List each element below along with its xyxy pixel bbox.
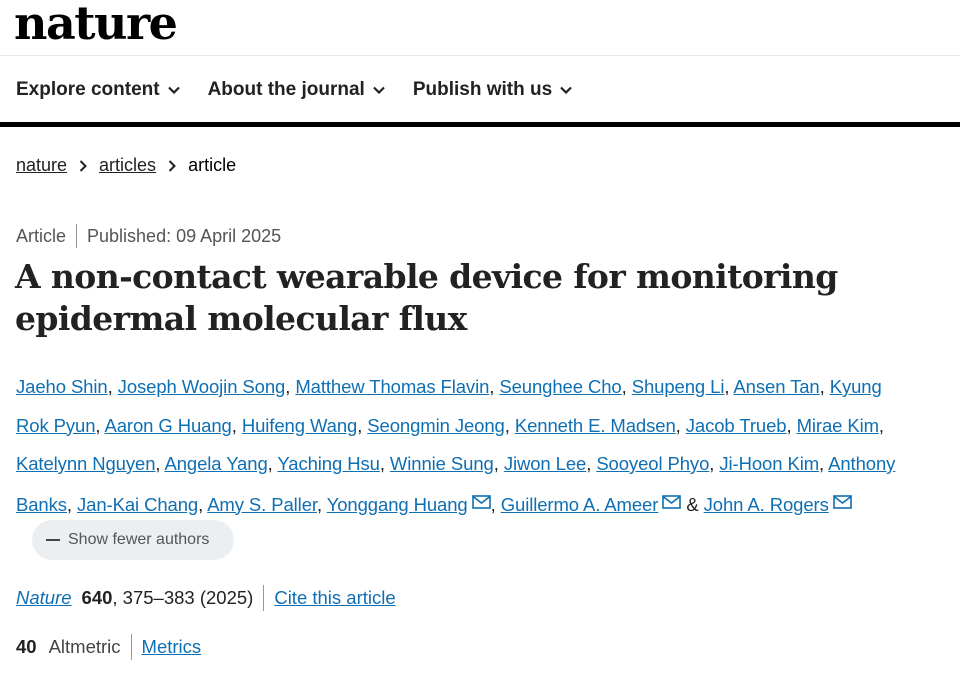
title-line-1: A non-contact wearable device for monito… (15, 257, 838, 296)
author-separator: , (490, 493, 496, 515)
metrics-line: 40 Altmetric Metrics (16, 634, 201, 660)
article-meta: Article Published: 09 April 2025 (16, 224, 281, 248)
nav-about-journal[interactable]: About the journal (208, 76, 385, 104)
author-separator: , (819, 376, 825, 397)
volume-number: 640 (81, 587, 113, 608)
altmetric-label: Altmetric (48, 636, 121, 657)
chevron-right-icon (79, 159, 87, 172)
author-separator: , (95, 414, 101, 436)
author-separator: , (709, 453, 715, 474)
author-link[interactable]: Anthony (828, 453, 895, 474)
minus-icon (46, 539, 60, 541)
author-link[interactable]: Mirae Kim (797, 415, 879, 436)
author-link[interactable]: Aaron G Huang (104, 415, 231, 436)
author-separator: , (493, 453, 499, 474)
author-separator: , (66, 493, 72, 515)
chevron-down-icon (560, 86, 572, 94)
journal-link[interactable]: Nature (16, 587, 72, 609)
author-link[interactable]: Angela Yang (164, 453, 267, 474)
author-link[interactable]: Guillermo A. Ameer (501, 494, 659, 515)
author-link[interactable]: Winnie Sung (390, 453, 494, 474)
cite-this-article-link[interactable]: Cite this article (274, 587, 395, 609)
title-line-2: epidermal molecular flux (15, 299, 467, 338)
breadcrumb-nature[interactable]: nature (16, 155, 67, 176)
main-nav: Explore content About the journal Publis… (16, 76, 600, 104)
header-divider (0, 55, 960, 56)
author-separator: , (586, 453, 592, 474)
envelope-icon[interactable] (471, 484, 491, 523)
author-separator: , (155, 453, 161, 474)
author-separator: , (724, 376, 730, 397)
author-separator: , (379, 453, 385, 474)
citation-line: Nature 640 , 375–383 (2025) Cite this ar… (16, 585, 396, 611)
meta-divider (76, 224, 78, 248)
nav-publish-with-us-label: Publish with us (412, 79, 553, 100)
author-separator: , (621, 376, 627, 397)
author-link[interactable]: Ansen Tan (733, 376, 819, 397)
author-separator: , (231, 414, 237, 436)
author-separator: , (489, 376, 495, 397)
breadcrumb: nature articles article (16, 155, 236, 176)
author-link[interactable]: Sooyeol Phyo (596, 453, 709, 474)
envelope-icon[interactable] (832, 484, 852, 523)
metrics-link[interactable]: Metrics (142, 636, 202, 658)
author-separator: , (285, 376, 291, 397)
nav-underline-bar (0, 122, 960, 127)
breadcrumb-articles[interactable]: articles (99, 155, 156, 176)
chevron-down-icon (373, 86, 385, 94)
chevron-down-icon (167, 86, 180, 94)
author-link[interactable]: Kyung (830, 376, 882, 397)
author-separator: , (267, 453, 273, 474)
author-separator: , (316, 493, 322, 515)
envelope-icon[interactable] (662, 484, 682, 523)
show-fewer-authors-label: Show fewer authors (68, 531, 210, 548)
pages-year: , 375–383 (2025) (112, 587, 254, 608)
author-separator: , (357, 414, 363, 436)
author-link[interactable]: Ji-Hoon Kim (719, 453, 819, 474)
chevron-right-icon (168, 159, 176, 172)
show-fewer-authors-button[interactable]: Show fewer authors (32, 520, 234, 560)
author-link[interactable]: Banks (16, 494, 67, 515)
author-link[interactable]: Jaeho Shin (16, 376, 108, 397)
article-type: Article (16, 225, 67, 246)
author-separator: , (878, 414, 884, 436)
published-date: Published: 09 April 2025 (87, 225, 282, 246)
article-title: A non-contact wearable device for monito… (15, 256, 915, 340)
breadcrumb-current: article (188, 155, 237, 175)
metrics-divider (130, 634, 132, 660)
nav-about-journal-label: About the journal (207, 79, 365, 100)
author-link[interactable]: Matthew Thomas Flavin (295, 376, 489, 397)
author-separator: , (504, 414, 510, 436)
author-link[interactable]: John A. Rogers (704, 494, 829, 515)
author-link[interactable]: Jan-Kai Chang (77, 494, 198, 515)
author-link[interactable]: Huifeng Wang (242, 415, 357, 436)
nav-explore-content-label: Explore content (16, 79, 160, 100)
nature-logo[interactable]: nature (14, 0, 178, 50)
author-link[interactable]: Seunghee Cho (499, 376, 621, 397)
author-separator: , (675, 414, 681, 436)
author-separator: & (686, 493, 699, 515)
author-link[interactable]: Jacob Trueb (686, 415, 787, 436)
author-link[interactable]: Seongmin Jeong (367, 415, 505, 436)
nav-explore-content[interactable]: Explore content (16, 76, 180, 104)
author-link[interactable]: Shupeng Li (632, 376, 725, 397)
author-link[interactable]: Jiwon Lee (504, 453, 587, 474)
author-separator: , (819, 453, 825, 474)
citation-divider (263, 585, 265, 611)
altmetric-score: 40 (16, 636, 37, 657)
author-separator: , (786, 414, 792, 436)
author-link[interactable]: Kenneth E. Madsen (515, 415, 676, 436)
author-link[interactable]: Katelynn Nguyen (16, 453, 156, 474)
author-link[interactable]: Joseph Woojin Song (118, 376, 286, 397)
author-link[interactable]: Rok Pyun (16, 415, 96, 436)
author-list: Jaeho Shin, Joseph Woojin Song, Matthew … (16, 368, 951, 524)
nav-publish-with-us[interactable]: Publish with us (413, 76, 572, 104)
author-link[interactable]: Yaching Hsu (277, 453, 380, 474)
author-separator: , (198, 493, 204, 515)
author-link[interactable]: Yonggang Huang (327, 494, 468, 515)
author-link[interactable]: Amy S. Paller (207, 494, 317, 515)
author-separator: , (107, 376, 113, 397)
